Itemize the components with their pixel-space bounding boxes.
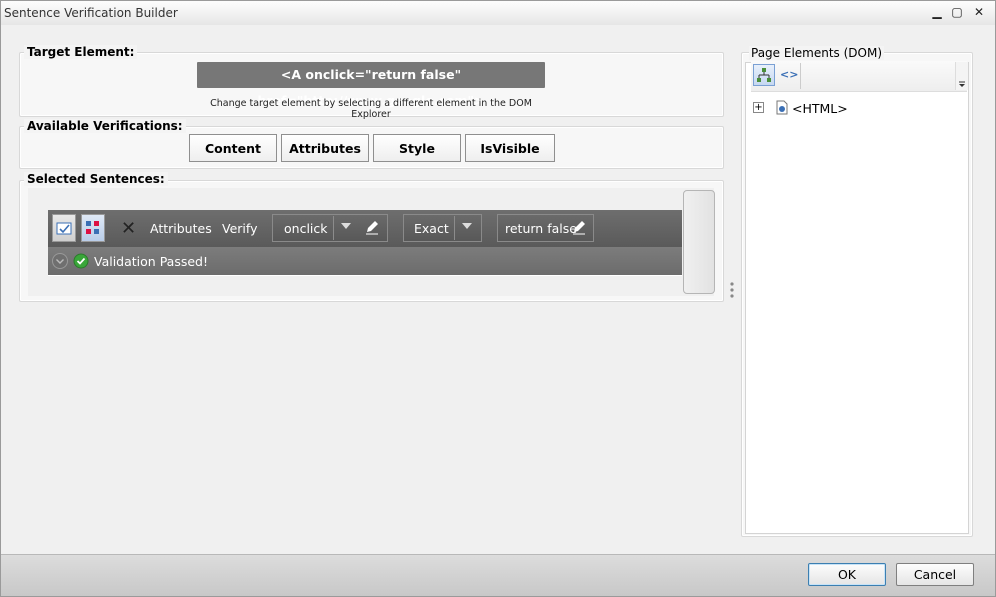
chevron-down-icon[interactable]: [339, 221, 353, 236]
value-field-text: return false: [505, 221, 577, 236]
target-element-hint: Change target element by selecting a dif…: [210, 98, 532, 120]
dom-toolbar-overflow[interactable]: [955, 62, 968, 90]
sentence-verb: Verify: [222, 221, 258, 236]
isvisible-button[interactable]: IsVisible: [465, 134, 555, 162]
maximize-button[interactable]: ▢: [949, 5, 965, 19]
minimize-button[interactable]: ▁: [929, 5, 945, 19]
ok-button[interactable]: OK: [808, 563, 886, 586]
check-toggle-icon[interactable]: [52, 214, 76, 242]
dom-tree-panel: [745, 62, 969, 534]
validation-status: Validation Passed!: [94, 254, 208, 269]
tree-expand-toggle[interactable]: +: [753, 102, 764, 113]
window-title: Sentence Verification Builder: [4, 6, 178, 20]
toolbar-separator: [800, 63, 801, 89]
edit-pencil-icon[interactable]: [571, 219, 587, 238]
target-element-label: Target Element:: [24, 45, 138, 59]
success-check-icon: [73, 253, 89, 272]
content-button[interactable]: Content: [189, 134, 277, 162]
dropdown-separator: [333, 216, 334, 240]
close-button[interactable]: ✕: [971, 5, 987, 19]
remove-sentence-icon[interactable]: ✕: [121, 218, 136, 239]
chevron-down-icon[interactable]: [460, 221, 474, 236]
dropdown-separator: [454, 216, 455, 240]
sentence-category: Attributes: [150, 221, 212, 236]
source-view-icon[interactable]: <>: [780, 68, 798, 81]
edit-pencil-icon[interactable]: [364, 219, 380, 238]
dom-root-node[interactable]: <HTML>: [792, 101, 848, 116]
verifications-label: Available Verifications:: [24, 119, 186, 133]
vertical-scrollbar[interactable]: [683, 190, 715, 294]
target-element-chip[interactable]: <A onclick="return false" href="http://w…: [197, 62, 545, 108]
sentences-label: Selected Sentences:: [24, 172, 168, 186]
expand-circle-icon[interactable]: [51, 252, 69, 273]
dom-panel-label: Page Elements (DOM): [749, 46, 885, 60]
compare-dropdown-value: Exact: [414, 221, 449, 236]
splitter-grip-icon[interactable]: [729, 281, 735, 302]
html-node-icon: [775, 100, 789, 118]
cancel-button[interactable]: Cancel: [896, 563, 974, 586]
attributes-button[interactable]: Attributes: [281, 134, 369, 162]
tree-view-icon[interactable]: [753, 64, 775, 86]
style-button[interactable]: Style: [373, 134, 461, 162]
attribute-dropdown-value: onclick: [284, 221, 328, 236]
quick-execute-icon[interactable]: [81, 214, 105, 242]
